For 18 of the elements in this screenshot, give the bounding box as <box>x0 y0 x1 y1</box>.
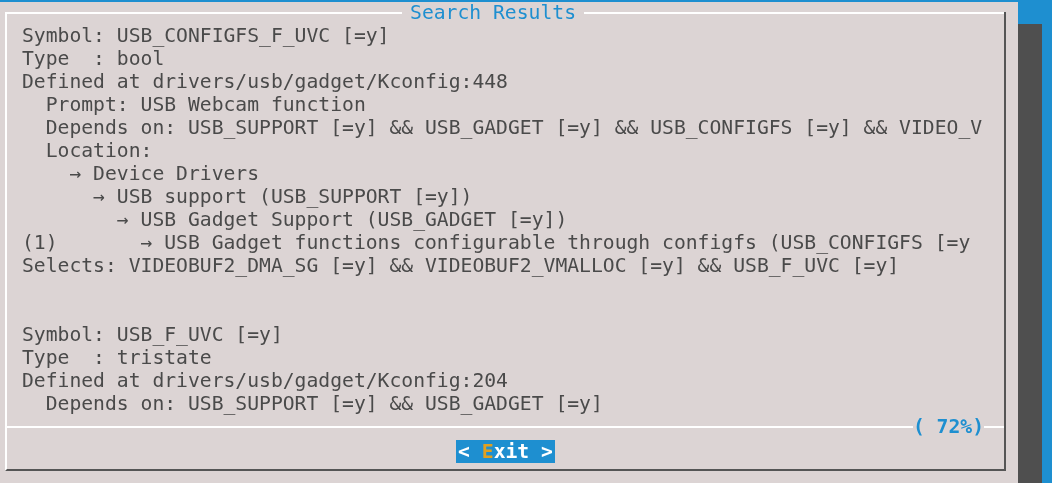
result-line: Depends on: USB_SUPPORT [=y] && USB_GADGET [=y] && USB_CONFIGFS [=y] && VIDEO_V <box>44 116 984 139</box>
result-line: Location: <box>44 139 154 162</box>
result-line: Type : tristate <box>22 346 213 369</box>
scroll-percentage: ( 72%) <box>912 415 984 438</box>
result-line: Defined at drivers/usb/gadget/Kconfig:448 <box>22 70 509 93</box>
result-line: Defined at drivers/usb/gadget/Kconfig:204 <box>22 369 509 392</box>
result-line: Selects: VIDEOBUF2_DMA_SG [=y] && VIDEOBUF2_VMALLOC [=y] && USB_F_UVC [=y] <box>22 254 901 277</box>
exit-button[interactable]: < Exit > <box>456 440 555 463</box>
result-line: Symbol: USB_CONFIGFS_F_UVC [=y] <box>22 24 391 47</box>
result-line: → USB Gadget Support (USB_GADGET [=y]) <box>115 208 569 231</box>
result-line: → Device Drivers <box>68 162 261 185</box>
dialog-title: Search Results <box>409 3 577 23</box>
result-line: Prompt: USB Webcam function <box>44 93 367 116</box>
result-line: (1) → USB Gadget functions configurable through configfs (USB_CONFIGFS [=y <box>22 231 972 254</box>
result-line: Depends on: USB_SUPPORT [=y] && USB_GADGET [=y] <box>44 392 604 415</box>
result-line: → USB support (USB_SUPPORT [=y]) <box>92 185 474 208</box>
result-line: Symbol: USB_F_UVC [=y] <box>22 323 284 346</box>
result-line: Type : bool <box>22 47 166 70</box>
